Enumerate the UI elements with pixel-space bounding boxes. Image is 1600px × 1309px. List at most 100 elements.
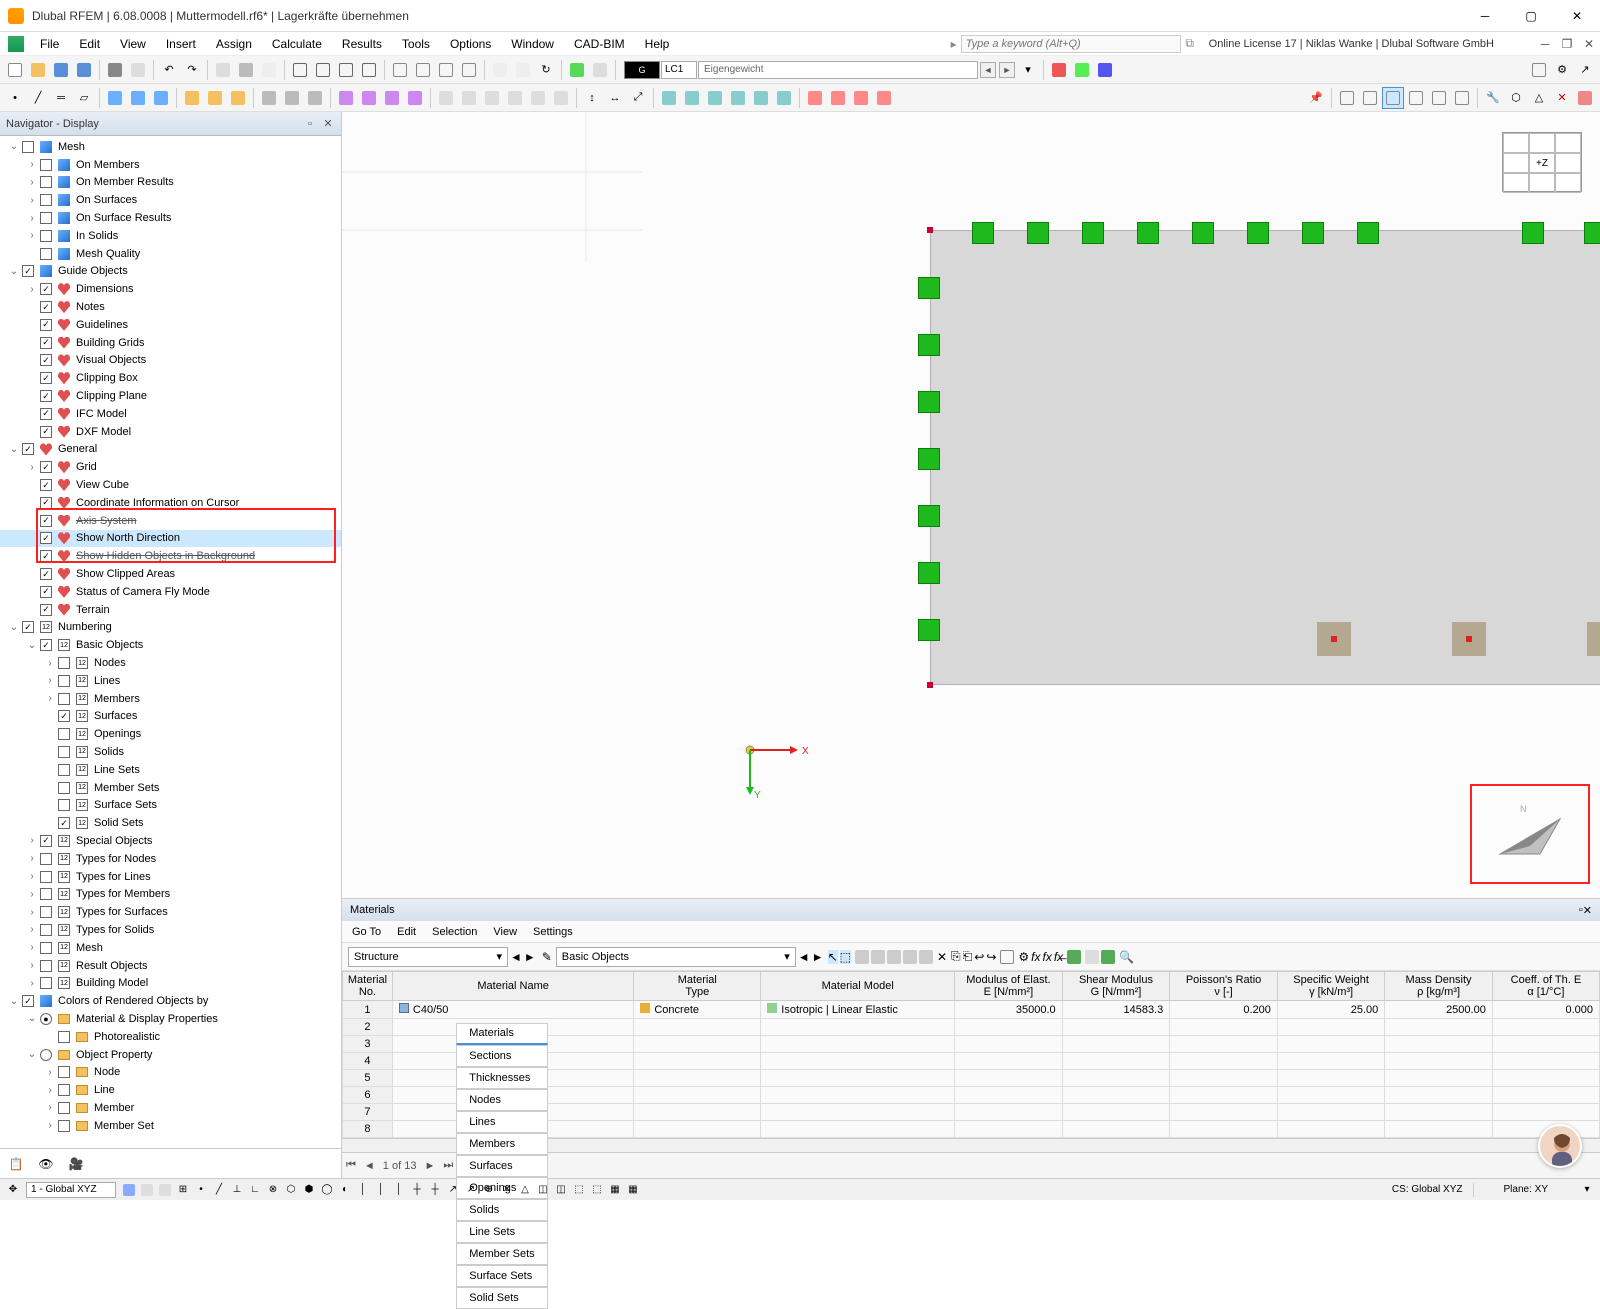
close-button[interactable]: ✕ (1554, 0, 1600, 32)
tree-item[interactable]: ⌄●Material & Display Properties (0, 1010, 341, 1028)
tree-item[interactable]: ✓View Cube (0, 476, 341, 494)
mtool-i-icon[interactable]: ↪ (986, 950, 996, 964)
mtool-fx3-icon[interactable]: fx̶ (1054, 950, 1063, 964)
tab-surface-sets[interactable]: Surface Sets (456, 1265, 547, 1287)
status-j-icon[interactable]: ⬡ (282, 1182, 300, 1198)
status-cs-icon[interactable]: ✥ (4, 1182, 22, 1198)
tool2-o-icon[interactable] (527, 87, 549, 109)
support-node[interactable] (1584, 222, 1600, 244)
tool2-y-icon[interactable] (773, 87, 795, 109)
tool2-member-icon[interactable]: ═ (50, 87, 72, 109)
status-n1-icon[interactable]: │ (354, 1182, 372, 1198)
tool-right2-icon[interactable]: ⚙ (1551, 59, 1573, 81)
tool2-h-icon[interactable] (358, 87, 380, 109)
tree-item[interactable]: ✓Guidelines (0, 316, 341, 334)
status-o5-icon[interactable]: △ (516, 1182, 534, 1198)
chat-avatar[interactable] (1538, 1124, 1582, 1168)
menu-cadbim[interactable]: CAD-BIM (564, 34, 635, 54)
viewcube-face[interactable]: +Z (1529, 153, 1555, 173)
tree-item[interactable]: ›Member (0, 1099, 341, 1117)
tree-item[interactable]: 12Member Sets (0, 779, 341, 797)
menu-calculate[interactable]: Calculate (262, 34, 332, 54)
support-node[interactable] (1302, 222, 1324, 244)
tree-item[interactable]: ›✓12Special Objects (0, 832, 341, 850)
support-node[interactable] (1522, 222, 1544, 244)
mtool-g-icon[interactable]: ⎗ (963, 949, 973, 964)
mtool-k-icon[interactable]: ⚙ (1018, 950, 1029, 964)
tree-item[interactable]: ✓Show North Direction (0, 530, 341, 548)
view-cube[interactable]: +Z (1502, 132, 1582, 192)
status-o4-icon[interactable]: ✕ (498, 1182, 516, 1198)
tree-item[interactable]: ›12Lines (0, 672, 341, 690)
tool-lcmenu-icon[interactable]: ▾ (1017, 59, 1039, 81)
tree-item[interactable]: ›Node (0, 1063, 341, 1081)
menu-window[interactable]: Window (501, 34, 564, 54)
status-l-icon[interactable]: ◯ (318, 1182, 336, 1198)
tool2-r-icon[interactable]: ↔ (604, 87, 626, 109)
tree-item[interactable]: ✓Notes (0, 298, 341, 316)
status-end-icon[interactable]: ▾ (1578, 1182, 1596, 1198)
support-node[interactable] (918, 391, 940, 413)
tree-item[interactable]: ›12Nodes (0, 654, 341, 672)
search-link-icon[interactable]: ⧉ (1181, 36, 1199, 51)
mtool-e-icon[interactable] (919, 950, 933, 964)
materials-menu-goto[interactable]: Go To (352, 926, 381, 938)
status-m-icon[interactable]: ◐ (336, 1182, 354, 1198)
tool-zoom2-icon[interactable] (512, 59, 534, 81)
tool-zoom-icon[interactable] (489, 59, 511, 81)
tree-item[interactable]: ✓Show Hidden Objects in Background (0, 547, 341, 565)
basic-prev-button[interactable]: ◄ (798, 950, 810, 964)
tool2-node-icon[interactable]: • (4, 87, 26, 109)
status-o3-icon[interactable]: ⊕ (480, 1182, 498, 1198)
tool2-d-icon[interactable] (258, 87, 280, 109)
mtool-fx2-icon[interactable]: fx (1042, 950, 1051, 964)
tab-solid-sets[interactable]: Solid Sets (456, 1287, 547, 1309)
tab-line-sets[interactable]: Line Sets (456, 1221, 547, 1243)
materials-close-icon[interactable]: ✕ (1583, 904, 1592, 917)
status-e-icon[interactable]: • (192, 1182, 210, 1198)
tree-item[interactable]: ✓Building Grids (0, 334, 341, 352)
tool2-z1-icon[interactable] (804, 87, 826, 109)
tree-item[interactable]: ›✓Dimensions (0, 280, 341, 298)
support-node[interactable] (1027, 222, 1049, 244)
tool2-l-icon[interactable] (458, 87, 480, 109)
navigator-display-icon[interactable]: 👁 (36, 1154, 56, 1174)
menu-results[interactable]: Results (332, 34, 392, 54)
status-f-icon[interactable]: ╱ (210, 1182, 228, 1198)
tree-item[interactable]: ›On Member Results (0, 174, 341, 192)
tree-item[interactable]: ✓Clipping Box (0, 369, 341, 387)
status-b-icon[interactable] (138, 1182, 156, 1198)
search-input[interactable] (961, 35, 1181, 53)
tool2-q-icon[interactable]: ↕ (581, 87, 603, 109)
tree-item[interactable]: ✓Status of Camera Fly Mode (0, 583, 341, 601)
corner-node[interactable] (927, 682, 933, 688)
mtool-m-icon[interactable] (1101, 950, 1115, 964)
tool-calc-icon[interactable] (566, 59, 588, 81)
tool-new-icon[interactable] (4, 59, 26, 81)
surface-element[interactable] (930, 230, 1600, 685)
tool-layout1-icon[interactable] (289, 59, 311, 81)
status-p2-icon[interactable]: ◫ (552, 1182, 570, 1198)
tree-item[interactable]: ›On Surfaces (0, 191, 341, 209)
tool2-k-icon[interactable] (435, 87, 457, 109)
materials-menu-view[interactable]: View (493, 926, 517, 938)
tree-item[interactable]: ✓Visual Objects (0, 352, 341, 370)
tool-layout4-icon[interactable] (358, 59, 380, 81)
loadcase-select[interactable]: LC1 (661, 61, 697, 79)
support-node[interactable] (918, 277, 940, 299)
column-node[interactable] (1587, 622, 1600, 656)
tab-last-button[interactable]: ⏭ (439, 1159, 457, 1172)
tool2-surface-icon[interactable]: ▱ (73, 87, 95, 109)
navigator-data-icon[interactable]: 📋 (6, 1154, 26, 1174)
support-node[interactable] (918, 562, 940, 584)
tool2-cube1-icon[interactable] (104, 87, 126, 109)
tool-wireframe-icon[interactable] (212, 59, 234, 81)
mtool-h-icon[interactable]: ↩ (974, 950, 984, 964)
materials-menu-selection[interactable]: Selection (432, 926, 477, 938)
basic-next-button[interactable]: ► (812, 950, 824, 964)
tab-next-button[interactable]: ► (420, 1160, 439, 1172)
child-minimize-button[interactable]: ─ (1536, 35, 1554, 53)
tool-grid1-icon[interactable] (389, 59, 411, 81)
tool2-a-icon[interactable] (181, 87, 203, 109)
navigator-views-icon[interactable]: 🎥 (66, 1154, 86, 1174)
